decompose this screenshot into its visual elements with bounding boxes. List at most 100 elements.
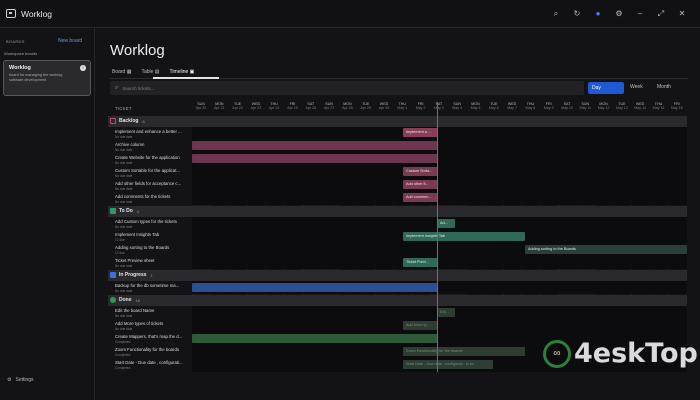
date-column-header: SAT May 3 [433,102,444,111]
task-row[interactable]: Backup for the db sometime ma... No due d… [115,283,190,293]
date-column-header: TUE Apr 22 [232,102,243,111]
search-icon: ⌕ [115,84,119,91]
date-column-header: MON Apr 21 [214,102,225,111]
date-column-header: TUE Apr 29 [360,102,371,111]
task-row[interactable]: Add comments for the tickets No due date [115,194,190,204]
group-count: 1 [150,272,153,278]
watermark-logo: ∞ 4eskTop [543,338,698,369]
task-row[interactable]: Create Website for the application No due… [115,155,190,165]
gear-icon[interactable]: ⚙ [615,9,623,19]
group-count: 16 [135,297,140,303]
timeline-bar[interactable]: Custom Sorta... [403,167,438,176]
timeline-bar[interactable]: Add More ty... [403,321,438,330]
group-row-backlog[interactable] [108,116,687,127]
task-row[interactable]: Add Custom types for the tickets No due d… [115,219,190,229]
backlog-cells [192,127,687,205]
timeline-bar[interactable]: Ticket Previ... [403,258,438,267]
search-icon[interactable]: ⌕ [552,9,560,19]
date-column-header: SUN Apr 27 [323,102,335,111]
task-row[interactable]: Zoom Functionality for the boards Complet… [115,347,190,357]
timeline-bar[interactable]: Adding sorting to the Boards [525,245,687,254]
date-column-header: SUN Apr 20 [195,102,207,111]
timeline-bar[interactable]: Edi... [437,308,455,317]
group-row-inprogress[interactable] [108,270,687,281]
minimize-icon[interactable]: – [636,9,644,19]
group-row-todo[interactable] [108,206,687,217]
today-marker [437,102,438,372]
page-title: Worklog [110,42,165,59]
timeline-bar[interactable] [192,283,438,292]
date-column-header: TUE May 13 [615,102,628,111]
maximize-icon[interactable]: ⤢ [657,9,665,19]
task-row[interactable]: Adding sorting to the Boards 12 due [115,245,190,255]
task-row[interactable]: Edit the board Name No due date [115,308,190,318]
group-count: 6 [142,118,145,124]
search-input[interactable] [122,85,323,91]
new-board-link[interactable]: New board [58,38,82,44]
date-column-header: SAT May 10 [561,102,573,111]
app-logo-icon [6,9,16,18]
date-column-header: FRI May 16 [670,102,683,111]
titlebar-icons: ⌕ ↻ ● ⚙ – ⤢ ✕ [552,9,686,19]
done-icon [110,297,116,303]
timeline-bar[interactable]: Ad... [437,219,455,228]
tab-table[interactable]: Table ▤ [141,69,159,75]
date-column-header: SUN May 11 [579,102,592,111]
group-label-inprogress[interactable]: In Progress 1 [110,272,153,278]
task-row[interactable]: Add More types of tickets No due date [115,321,190,331]
todo-icon [110,208,116,214]
task-row[interactable]: Implement and enhance a better ... No due… [115,129,190,139]
date-column-header: WED May 14 [634,102,647,111]
tab-timeline[interactable]: Timeline ▣ [170,69,195,75]
timeline-date-header: SUN Apr 20 MON Apr 21 TUE Apr 22 WED Apr 23 THU A… [192,102,687,115]
boards-label: BOARDS [6,39,25,44]
info-icon[interactable]: i [80,65,86,71]
timeline-bar[interactable] [192,154,438,163]
date-column-header: FRI May 2 [415,102,426,111]
settings-button[interactable]: ⚙ Settings [7,377,34,383]
active-tab-indicator [153,77,219,79]
task-row[interactable]: Custom Sortable for the applicat... No du… [115,168,190,178]
timeline-bar[interactable] [192,141,438,150]
task-row[interactable]: Archive column No due date [115,142,190,152]
task-row[interactable]: Create Mappers, that's map the d... Compl… [115,334,190,344]
app-title: Worklog [21,8,53,19]
task-row[interactable]: Ticket Preview sheet No due date [115,258,190,268]
watermark-text: 4eskTop [574,338,698,369]
scale-month-button[interactable]: Month [657,84,671,90]
timeline-bar[interactable]: Add commen... [403,193,438,202]
task-row[interactable]: Implement Insights Tab 12 due [115,232,190,242]
scale-day-button[interactable]: Day [588,82,624,94]
timeline-bar[interactable] [192,334,438,343]
close-icon[interactable]: ✕ [678,9,686,19]
view-tabs: Board ▦ Table ▤ Timeline ▣ [112,69,194,75]
task-row[interactable]: Start Date - Due date , configurati... Co… [115,360,190,370]
timeline-bar[interactable]: Add other fi... [403,180,438,189]
group-label-done[interactable]: Done 16 [110,297,140,303]
timeline-bar[interactable]: Implement a ... [403,128,438,137]
scale-week-button[interactable]: Week [630,84,643,90]
board-card-worklog[interactable]: Worklog board for managing the worklog s… [3,60,91,96]
in-progress-icon [110,272,116,278]
timeline-bar[interactable]: Implement Insights Tab [403,232,525,241]
refresh-icon[interactable]: ↻ [573,9,581,19]
timeline-bar[interactable]: Start Date - Due date , configurati...in… [403,360,493,369]
date-column-header: THU May 1 [397,102,408,111]
workspace-boards-label: Workspace boards [4,51,38,56]
board-card-title: Worklog [9,65,31,71]
sidebar: BOARDS New board Workspace boards Worklo… [0,28,95,400]
record-icon[interactable]: ● [594,9,602,19]
date-column-header: SAT Apr 26 [305,102,317,111]
date-column-header: MON Apr 28 [342,102,353,111]
group-label-todo[interactable]: To Do 4 [110,208,139,214]
date-column-header: TUE May 6 [488,102,499,111]
task-row[interactable]: Add other fields for acceptance c... No d… [115,181,190,191]
tab-board[interactable]: Board ▦ [112,69,131,75]
group-count: 4 [136,208,140,214]
group-label-backlog[interactable]: Backlog 6 [110,118,145,124]
date-column-header: MON May 12 [597,102,610,111]
date-column-header: FRI Apr 25 [287,102,298,111]
timeline-bar[interactable]: Zoom Functionality for the boards [403,347,525,356]
group-row-done[interactable] [108,295,687,306]
search-bar: ⌕ [110,81,584,95]
